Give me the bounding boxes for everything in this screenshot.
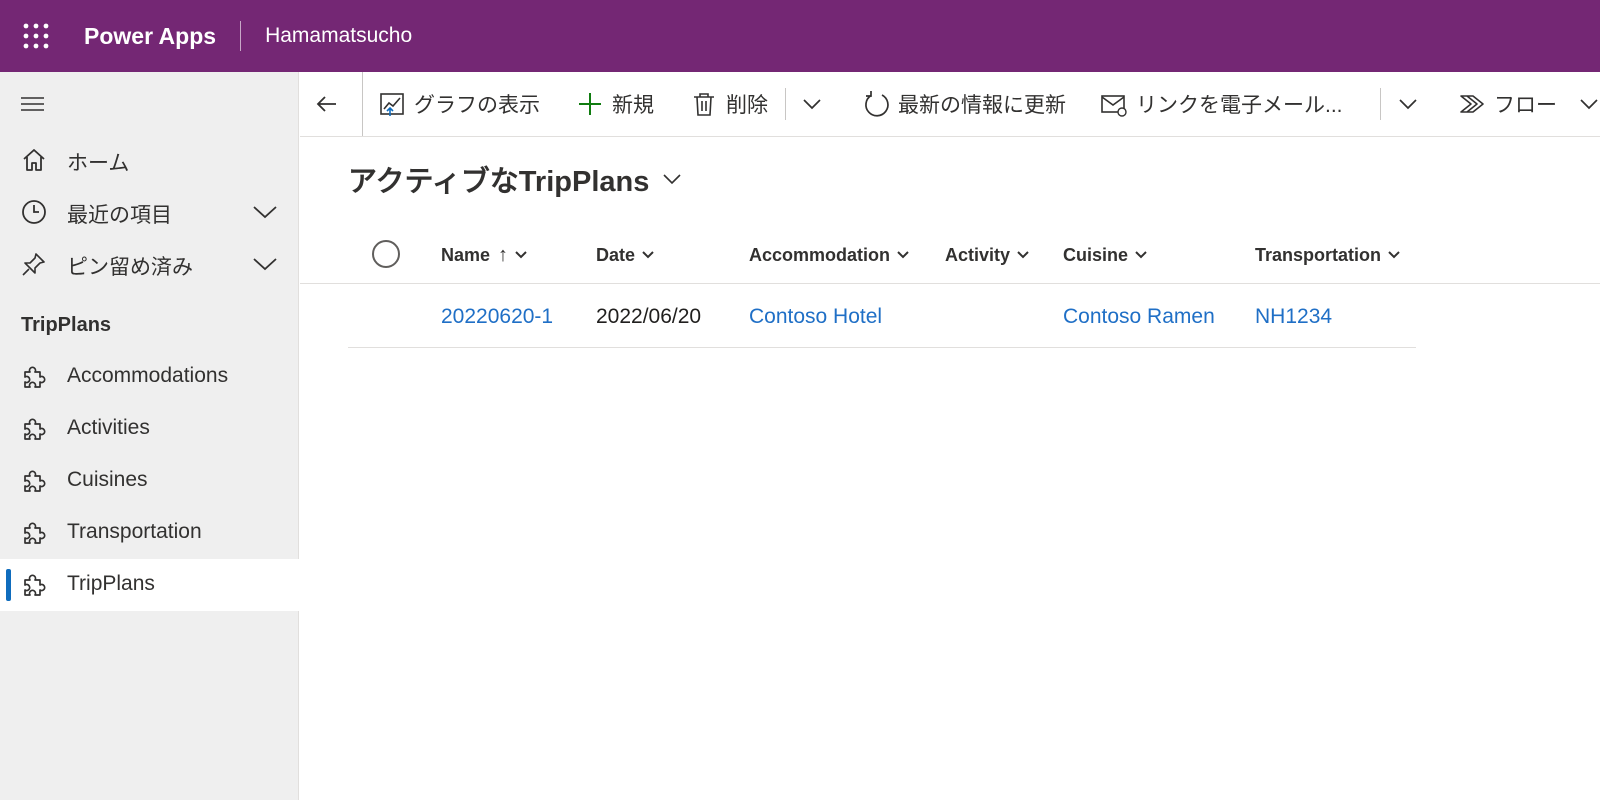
column-header-accommodation[interactable]: Accommodation [749,240,910,270]
sort-ascending-icon: ↑ [498,243,509,266]
column-header-label: Transportation [1255,244,1382,265]
header-divider [240,21,242,51]
chevron-down-icon [803,99,821,110]
flow-label: フロー [1494,94,1557,117]
date-cell: 2022/06/20 [596,305,702,328]
refresh-label: 最新の情報に更新 [898,94,1066,117]
flow-icon [1460,95,1484,113]
select-all-checkbox[interactable] [372,240,400,268]
sidebar-item-pinned[interactable]: ピン留め済み [0,238,299,290]
sidebar-item-label: ピン留め済み [67,256,193,279]
puzzle-icon [24,574,46,596]
delete-label: 削除 [726,94,768,117]
chevron-down-icon [1388,251,1400,259]
transportation-link[interactable]: NH1234 [1255,305,1332,329]
column-header-label: Activity [945,244,1011,265]
column-header-date[interactable]: Date [596,240,655,270]
column-header-label: Date [596,244,636,265]
view-selector[interactable]: アクティブなTripPlans [348,158,683,200]
sidebar-section-title: TripPlans [21,314,112,336]
waffle-icon [23,23,49,49]
chevron-down-icon [642,251,654,259]
column-header-transportation[interactable]: Transportation [1255,240,1401,270]
sidebar-item-tripplans[interactable]: TripPlans [0,559,299,611]
show-chart-label: グラフの表示 [414,94,540,117]
app-launcher-button[interactable] [0,0,72,72]
chevron-down-icon [1135,251,1147,259]
divider [362,72,363,136]
view-title: アクティブなTripPlans [348,166,650,198]
sidebar-item-accommodations[interactable]: Accommodations [0,351,299,403]
more-delete-options-button[interactable] [802,72,822,136]
new-button[interactable]: 新規 [576,72,654,136]
chevron-down-icon[interactable] [252,254,278,274]
refresh-button[interactable]: 最新の情報に更新 [862,72,1066,136]
chevron-down-icon [515,251,527,259]
sidebar-item-home[interactable]: ホーム [0,134,299,186]
chevron-down-icon [897,251,909,259]
column-header-label: Name [441,244,491,265]
divider [785,88,786,120]
accommodation-link[interactable]: Contoso Hotel [749,305,882,329]
more-commands-button[interactable] [1398,72,1418,136]
home-icon [23,149,45,171]
sidebar-item-cuisines[interactable]: Cuisines [0,455,299,507]
email-link-button[interactable]: リンクを電子メール... [1100,72,1343,136]
refresh-icon [865,91,889,117]
sidebar-item-label: Activities [67,416,150,439]
sidebar-item-label: Transportation [67,520,202,543]
sidebar-item-label: Cuisines [67,468,148,491]
sidebar-item-label: ホーム [67,152,130,175]
cuisine-link[interactable]: Contoso Ramen [1063,305,1215,329]
email-link-icon [1101,95,1127,117]
divider [1380,88,1381,120]
chevron-down-icon[interactable] [252,202,278,222]
nav-toggle-button[interactable] [20,94,46,114]
email-link-label: リンクを電子メール... [1136,94,1343,117]
sidebar-item-label: TripPlans [67,572,155,595]
sidebar-item-transportation[interactable]: Transportation [0,507,299,559]
show-chart-button[interactable]: グラフの表示 [378,72,540,136]
back-arrow-icon [316,96,336,112]
chart-icon [380,93,404,116]
environment-name[interactable]: Hamamatsucho [265,24,412,48]
sidebar-item-label: Accommodations [67,364,229,387]
new-label: 新規 [612,94,654,117]
puzzle-icon [24,470,46,492]
command-bar: グラフの表示 新規 削除 最新の情報に更新 リンクを電子メール... フロー [300,72,1600,137]
puzzle-icon [24,522,46,544]
selected-indicator [6,569,11,601]
chevron-down-icon [1580,99,1598,110]
name-link[interactable]: 20220620-1 [441,305,553,329]
sidebar-item-label: 最近の項目 [67,204,172,227]
puzzle-icon [24,418,46,440]
trash-icon [694,93,714,116]
pin-icon [22,253,45,276]
back-button[interactable] [314,72,340,136]
clock-icon [22,200,46,224]
column-header-cuisine[interactable]: Cuisine [1063,240,1148,270]
column-header-name[interactable]: Name ↑ [441,240,528,270]
table-row[interactable]: 20220620-1 2022/06/20 Contoso Hotel Cont… [348,288,1416,348]
chevron-down-icon [1399,99,1417,110]
grid-header: Name ↑ Date Accommodation Activity Cuisi… [300,226,1600,284]
column-header-activity[interactable]: Activity [945,240,1030,270]
chevron-down-icon [1017,251,1029,259]
add-icon [579,93,601,115]
app-name[interactable]: Power Apps [84,23,216,50]
delete-button[interactable]: 削除 [690,72,768,136]
hamburger-icon [21,97,44,111]
column-header-label: Accommodation [749,244,891,265]
chevron-down-icon [663,174,681,185]
flow-button[interactable]: フロー [1458,72,1599,136]
sidebar: ホーム 最近の項目 ピン留め済み TripPlans Accommodation… [0,72,299,800]
column-header-label: Cuisine [1063,244,1129,265]
puzzle-icon [24,366,46,388]
sidebar-item-activities[interactable]: Activities [0,403,299,455]
app-header: Power Apps Hamamatsucho [0,0,1600,72]
sidebar-item-recent[interactable]: 最近の項目 [0,186,299,238]
